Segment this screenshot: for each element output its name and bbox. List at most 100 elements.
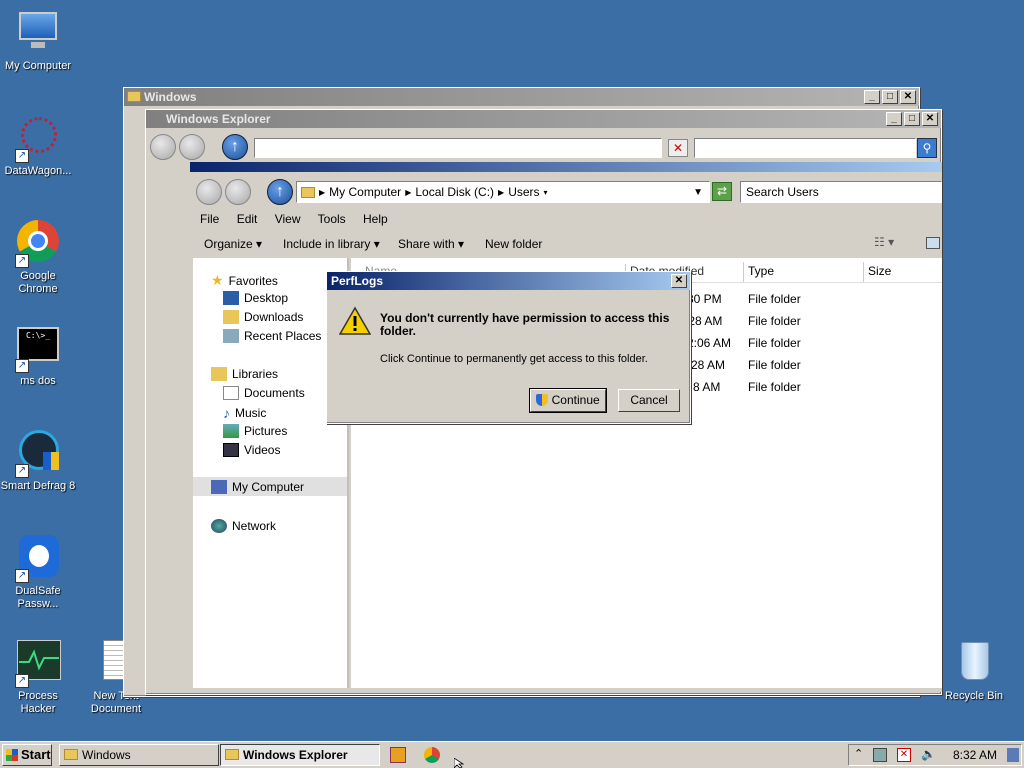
nav-recent-places[interactable]: Recent Places	[223, 329, 321, 343]
desktop-icon-dualsafe[interactable]: ↗ DualSafe Passw...	[0, 535, 76, 611]
breadcrumb-local-disk[interactable]: Local Disk (C:)	[415, 185, 494, 199]
network-tray-icon[interactable]	[873, 748, 887, 762]
permission-dialog[interactable]: PerfLogs ✕ You don't currently have perm…	[326, 271, 691, 424]
icon-label: Process Hacker	[18, 690, 58, 715]
refresh-icon[interactable]: ⇄	[712, 182, 732, 201]
nav-favorites[interactable]: ★ Favorites	[211, 272, 278, 289]
minimize-button[interactable]: _	[864, 90, 880, 104]
close-button[interactable]: ✕	[900, 90, 916, 104]
chrome-taskbar-icon[interactable]	[424, 747, 440, 763]
recycle-bin-icon	[951, 640, 997, 686]
column-header-size[interactable]: Size	[863, 262, 942, 282]
chevron-up-icon[interactable]: ⌃	[854, 747, 863, 760]
desktop-icon-chrome[interactable]: ↗ Google Chrome	[0, 220, 76, 296]
libraries-icon	[211, 367, 227, 381]
search-icon[interactable]: ⚲	[917, 138, 937, 158]
forward-button[interactable]	[225, 179, 252, 205]
view-options-icon[interactable]: ☷ ▾	[874, 235, 894, 249]
window-users[interactable]: ↑ ▶ My Computer ▶ Local Disk (C:) ▶ User…	[190, 162, 942, 692]
minimize-button[interactable]: _	[886, 112, 902, 126]
documents-icon	[223, 386, 239, 400]
address-bar[interactable]: ▶ My Computer ▶ Local Disk (C:) ▶ Users …	[296, 181, 710, 203]
windows-logo-icon	[6, 749, 18, 761]
nav-network[interactable]: Network	[211, 519, 276, 533]
share-with-button[interactable]: Share with ▾	[398, 237, 464, 251]
pictures-icon	[223, 424, 239, 438]
monitor-icon	[15, 10, 61, 56]
window-titlebar[interactable]: Windows Explorer _ □ ✕	[146, 110, 941, 128]
address-dropdown-icon[interactable]: ▼	[693, 187, 703, 198]
window-titlebar[interactable]: Windows _ □ ✕	[124, 88, 919, 106]
folder-icon	[225, 749, 239, 760]
desktop-icon-recycle-bin[interactable]: Recycle Bin	[936, 640, 1012, 703]
back-button[interactable]	[150, 134, 176, 160]
taskbar-item-windows[interactable]: Windows	[59, 744, 219, 766]
icon-label: Google Chrome	[18, 270, 58, 295]
back-button[interactable]	[196, 179, 222, 205]
start-button[interactable]: Start	[2, 744, 52, 766]
up-button[interactable]: ↑	[267, 179, 293, 205]
breadcrumb-users[interactable]: Users	[508, 185, 539, 199]
icon-label: DataWagon...	[4, 165, 72, 177]
show-desktop-icon[interactable]	[1007, 748, 1019, 762]
network-icon	[211, 519, 227, 533]
close-button[interactable]: ✕	[671, 274, 687, 288]
up-button[interactable]: ↑	[222, 134, 248, 160]
nav-libraries[interactable]: Libraries	[211, 367, 278, 381]
defrag-icon: ↗	[15, 430, 61, 478]
menu-help[interactable]: Help	[363, 212, 388, 226]
desktop-icon-msdos[interactable]: C:\>_ ↗ ms dos	[0, 325, 76, 388]
maximize-button[interactable]: □	[882, 90, 898, 104]
computer-icon	[211, 479, 227, 494]
address-bar[interactable]	[254, 138, 662, 158]
volume-icon[interactable]: 🔈	[921, 747, 936, 761]
stop-icon[interactable]: ✕	[668, 139, 688, 157]
forward-button[interactable]	[179, 134, 206, 160]
shield-icon	[536, 394, 549, 406]
clock[interactable]: 8:32 AM	[953, 748, 997, 762]
desktop-icon-smart-defrag[interactable]: ↗ Smart Defrag 8	[0, 430, 76, 493]
preview-pane-icon[interactable]	[926, 237, 940, 249]
desktop-icon-my-computer[interactable]: My Computer	[0, 10, 76, 73]
menu-tools[interactable]: Tools	[318, 212, 346, 226]
search-input-back[interactable]	[694, 138, 916, 158]
nav-pictures[interactable]: Pictures	[223, 424, 287, 438]
menu-view[interactable]: View	[275, 212, 301, 226]
command-bar: Organize ▾ Include in library ▾ Share wi…	[190, 232, 942, 256]
media-player-icon[interactable]	[390, 747, 406, 763]
nav-videos[interactable]: Videos	[223, 443, 280, 457]
organize-button[interactable]: Organize ▾	[204, 237, 262, 251]
recent-places-icon	[223, 329, 239, 343]
window-titlebar[interactable]	[190, 162, 942, 172]
desktop-icon-process-hacker[interactable]: ↗ Process Hacker	[0, 640, 76, 716]
breadcrumb-my-computer[interactable]: My Computer	[329, 185, 401, 199]
continue-button[interactable]: Continue	[529, 388, 607, 413]
dialog-title: PerfLogs	[331, 274, 384, 288]
desktop-icon-datawagon[interactable]: ↗ DataWagon...	[0, 115, 76, 178]
lock-icon: ↗	[15, 535, 61, 583]
nav-desktop[interactable]: Desktop	[223, 291, 288, 305]
dialog-titlebar[interactable]: PerfLogs ✕	[327, 272, 690, 290]
nav-my-computer[interactable]: My Computer	[193, 477, 347, 496]
include-library-button[interactable]: Include in library ▾	[283, 237, 380, 251]
taskbar-item-windows-explorer[interactable]: Windows Explorer	[220, 744, 380, 766]
close-button[interactable]: ✕	[922, 112, 938, 126]
desktop-icon	[223, 291, 239, 305]
search-placeholder: Search Users	[746, 185, 819, 199]
icon-label: ms dos	[20, 375, 56, 387]
cancel-button[interactable]: Cancel	[618, 389, 680, 412]
search-input[interactable]: Search Users	[740, 181, 942, 203]
column-header-type[interactable]: Type	[743, 262, 863, 282]
new-folder-button[interactable]: New folder	[485, 237, 542, 251]
nav-music[interactable]: ♪ Music	[223, 405, 266, 421]
nav-downloads[interactable]: Downloads	[223, 310, 303, 324]
icon-label: My Computer	[4, 60, 72, 72]
breadcrumb-sep-icon: ▶	[405, 187, 412, 197]
menu-edit[interactable]: Edit	[237, 212, 258, 226]
nav-documents[interactable]: Documents	[223, 386, 305, 400]
window-title: Windows Explorer	[166, 112, 271, 126]
icon-label: DualSafe Passw...	[15, 585, 61, 610]
menu-file[interactable]: File	[200, 212, 219, 226]
maximize-button[interactable]: □	[904, 112, 920, 126]
security-tray-icon[interactable]: ✕	[897, 748, 911, 762]
